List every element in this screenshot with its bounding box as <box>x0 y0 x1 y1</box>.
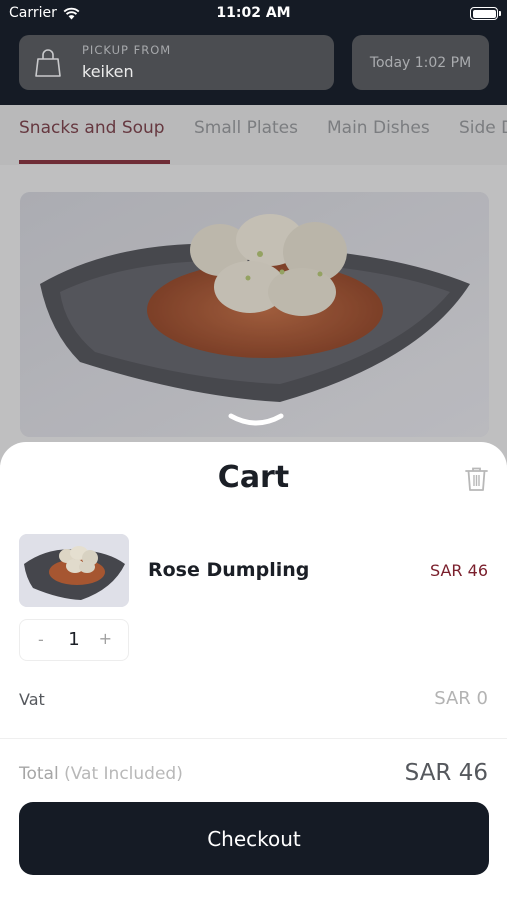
quantity-stepper: - 1 + <box>19 619 129 661</box>
shopping-bag-icon <box>35 49 61 77</box>
pickup-label: PICKUP FROM <box>82 43 172 57</box>
total-vat-note: (Vat Included) <box>64 764 183 784</box>
cart-item-thumbnail <box>19 534 129 607</box>
checkout-label: Checkout <box>207 826 301 851</box>
app-header: Carrier 11:02 AM PICKUP FROM keiken Toda… <box>0 0 507 105</box>
total-label: Total (Vat Included) <box>19 764 183 784</box>
total-label-text: Total <box>19 764 59 784</box>
pickup-location: keiken <box>82 62 134 81</box>
tab-small-plates[interactable]: Small Plates <box>194 118 298 138</box>
tab-snacks-and-soup[interactable]: Snacks and Soup <box>19 118 165 138</box>
status-bar: Carrier 11:02 AM <box>0 0 507 28</box>
tab-side-dishes[interactable]: Side D <box>459 118 507 138</box>
tab-main-dishes[interactable]: Main Dishes <box>327 118 430 138</box>
status-time: 11:02 AM <box>216 5 291 21</box>
vat-value: SAR 0 <box>434 688 488 709</box>
pickup-time-selector[interactable]: Today 1:02 PM <box>352 35 489 90</box>
cart-item-price: SAR 46 <box>430 561 488 580</box>
chevron-down-icon[interactable] <box>227 412 285 428</box>
active-tab-indicator <box>19 160 170 164</box>
total-value: SAR 46 <box>404 760 488 786</box>
increase-quantity-button[interactable]: + <box>99 629 112 648</box>
trash-icon[interactable] <box>464 466 489 492</box>
divider <box>0 738 507 739</box>
category-tabs: Snacks and Soup Small Plates Main Dishes… <box>0 105 507 165</box>
pickup-time: Today 1:02 PM <box>369 54 472 71</box>
pickup-location-selector[interactable]: PICKUP FROM keiken <box>19 35 334 90</box>
checkout-button[interactable]: Checkout <box>19 802 489 875</box>
vat-label: Vat <box>19 690 45 709</box>
dish-image <box>20 192 489 437</box>
cart-title: Cart <box>217 460 290 495</box>
cart-item-name: Rose Dumpling <box>148 559 310 581</box>
battery-icon <box>470 7 501 20</box>
cart-sheet: Cart Rose Dumpling SAR 46 - 1 + Vat SAR … <box>0 442 507 900</box>
